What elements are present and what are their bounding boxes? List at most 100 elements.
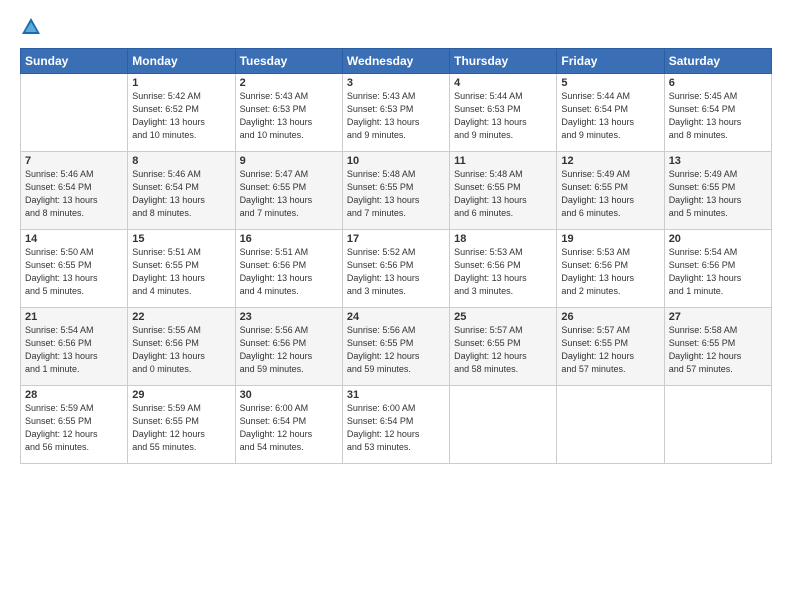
day-info: Sunrise: 5:43 AM Sunset: 6:53 PM Dayligh…: [347, 90, 445, 142]
header-cell-monday: Monday: [128, 49, 235, 74]
day-number: 10: [347, 155, 445, 167]
day-info: Sunrise: 5:46 AM Sunset: 6:54 PM Dayligh…: [25, 168, 123, 220]
day-number: 20: [669, 233, 767, 245]
calendar-cell: 9Sunrise: 5:47 AM Sunset: 6:55 PM Daylig…: [235, 152, 342, 230]
calendar-cell: 26Sunrise: 5:57 AM Sunset: 6:55 PM Dayli…: [557, 308, 664, 386]
day-info: Sunrise: 5:51 AM Sunset: 6:55 PM Dayligh…: [132, 246, 230, 298]
calendar-cell: 27Sunrise: 5:58 AM Sunset: 6:55 PM Dayli…: [664, 308, 771, 386]
calendar-cell: 7Sunrise: 5:46 AM Sunset: 6:54 PM Daylig…: [21, 152, 128, 230]
day-number: 4: [454, 77, 552, 89]
day-number: 31: [347, 389, 445, 401]
calendar-cell: 8Sunrise: 5:46 AM Sunset: 6:54 PM Daylig…: [128, 152, 235, 230]
day-number: 15: [132, 233, 230, 245]
calendar-cell: 3Sunrise: 5:43 AM Sunset: 6:53 PM Daylig…: [342, 74, 449, 152]
day-info: Sunrise: 6:00 AM Sunset: 6:54 PM Dayligh…: [347, 402, 445, 454]
calendar-cell: 20Sunrise: 5:54 AM Sunset: 6:56 PM Dayli…: [664, 230, 771, 308]
week-row-1: 1Sunrise: 5:42 AM Sunset: 6:52 PM Daylig…: [21, 74, 772, 152]
day-number: 1: [132, 77, 230, 89]
day-info: Sunrise: 5:51 AM Sunset: 6:56 PM Dayligh…: [240, 246, 338, 298]
logo: [20, 16, 46, 38]
day-info: Sunrise: 5:57 AM Sunset: 6:55 PM Dayligh…: [454, 324, 552, 376]
day-number: 14: [25, 233, 123, 245]
calendar-cell: 23Sunrise: 5:56 AM Sunset: 6:56 PM Dayli…: [235, 308, 342, 386]
calendar-cell: 14Sunrise: 5:50 AM Sunset: 6:55 PM Dayli…: [21, 230, 128, 308]
day-info: Sunrise: 5:44 AM Sunset: 6:54 PM Dayligh…: [561, 90, 659, 142]
header-cell-sunday: Sunday: [21, 49, 128, 74]
day-info: Sunrise: 5:56 AM Sunset: 6:55 PM Dayligh…: [347, 324, 445, 376]
day-number: 9: [240, 155, 338, 167]
calendar-cell: 29Sunrise: 5:59 AM Sunset: 6:55 PM Dayli…: [128, 386, 235, 464]
calendar-cell: 5Sunrise: 5:44 AM Sunset: 6:54 PM Daylig…: [557, 74, 664, 152]
day-number: 13: [669, 155, 767, 167]
header-cell-tuesday: Tuesday: [235, 49, 342, 74]
day-info: Sunrise: 5:54 AM Sunset: 6:56 PM Dayligh…: [669, 246, 767, 298]
calendar-cell: [21, 74, 128, 152]
calendar-cell: 28Sunrise: 5:59 AM Sunset: 6:55 PM Dayli…: [21, 386, 128, 464]
header: [20, 16, 772, 38]
day-number: 3: [347, 77, 445, 89]
day-number: 6: [669, 77, 767, 89]
day-number: 22: [132, 311, 230, 323]
header-cell-wednesday: Wednesday: [342, 49, 449, 74]
day-info: Sunrise: 5:56 AM Sunset: 6:56 PM Dayligh…: [240, 324, 338, 376]
day-number: 16: [240, 233, 338, 245]
day-info: Sunrise: 5:50 AM Sunset: 6:55 PM Dayligh…: [25, 246, 123, 298]
calendar-cell: 11Sunrise: 5:48 AM Sunset: 6:55 PM Dayli…: [450, 152, 557, 230]
calendar-cell: 25Sunrise: 5:57 AM Sunset: 6:55 PM Dayli…: [450, 308, 557, 386]
day-info: Sunrise: 5:59 AM Sunset: 6:55 PM Dayligh…: [132, 402, 230, 454]
logo-icon: [20, 16, 42, 38]
day-number: 19: [561, 233, 659, 245]
day-number: 29: [132, 389, 230, 401]
day-info: Sunrise: 5:42 AM Sunset: 6:52 PM Dayligh…: [132, 90, 230, 142]
day-info: Sunrise: 5:57 AM Sunset: 6:55 PM Dayligh…: [561, 324, 659, 376]
calendar-cell: 10Sunrise: 5:48 AM Sunset: 6:55 PM Dayli…: [342, 152, 449, 230]
calendar-cell: [450, 386, 557, 464]
calendar-cell: 21Sunrise: 5:54 AM Sunset: 6:56 PM Dayli…: [21, 308, 128, 386]
day-info: Sunrise: 5:53 AM Sunset: 6:56 PM Dayligh…: [561, 246, 659, 298]
calendar-cell: 22Sunrise: 5:55 AM Sunset: 6:56 PM Dayli…: [128, 308, 235, 386]
day-number: 18: [454, 233, 552, 245]
week-row-5: 28Sunrise: 5:59 AM Sunset: 6:55 PM Dayli…: [21, 386, 772, 464]
calendar-cell: 31Sunrise: 6:00 AM Sunset: 6:54 PM Dayli…: [342, 386, 449, 464]
day-info: Sunrise: 5:48 AM Sunset: 6:55 PM Dayligh…: [454, 168, 552, 220]
day-number: 11: [454, 155, 552, 167]
day-info: Sunrise: 5:55 AM Sunset: 6:56 PM Dayligh…: [132, 324, 230, 376]
day-number: 12: [561, 155, 659, 167]
day-number: 2: [240, 77, 338, 89]
day-info: Sunrise: 5:45 AM Sunset: 6:54 PM Dayligh…: [669, 90, 767, 142]
day-info: Sunrise: 5:43 AM Sunset: 6:53 PM Dayligh…: [240, 90, 338, 142]
day-number: 5: [561, 77, 659, 89]
header-row: SundayMondayTuesdayWednesdayThursdayFrid…: [21, 49, 772, 74]
header-cell-thursday: Thursday: [450, 49, 557, 74]
calendar-cell: 12Sunrise: 5:49 AM Sunset: 6:55 PM Dayli…: [557, 152, 664, 230]
calendar-page: SundayMondayTuesdayWednesdayThursdayFrid…: [0, 0, 792, 612]
day-info: Sunrise: 5:59 AM Sunset: 6:55 PM Dayligh…: [25, 402, 123, 454]
calendar-cell: 4Sunrise: 5:44 AM Sunset: 6:53 PM Daylig…: [450, 74, 557, 152]
calendar-cell: 16Sunrise: 5:51 AM Sunset: 6:56 PM Dayli…: [235, 230, 342, 308]
day-number: 25: [454, 311, 552, 323]
calendar-cell: 19Sunrise: 5:53 AM Sunset: 6:56 PM Dayli…: [557, 230, 664, 308]
day-number: 30: [240, 389, 338, 401]
header-cell-saturday: Saturday: [664, 49, 771, 74]
header-cell-friday: Friday: [557, 49, 664, 74]
day-number: 21: [25, 311, 123, 323]
calendar-cell: 15Sunrise: 5:51 AM Sunset: 6:55 PM Dayli…: [128, 230, 235, 308]
day-info: Sunrise: 5:47 AM Sunset: 6:55 PM Dayligh…: [240, 168, 338, 220]
day-info: Sunrise: 5:53 AM Sunset: 6:56 PM Dayligh…: [454, 246, 552, 298]
day-info: Sunrise: 5:49 AM Sunset: 6:55 PM Dayligh…: [669, 168, 767, 220]
calendar-cell: 2Sunrise: 5:43 AM Sunset: 6:53 PM Daylig…: [235, 74, 342, 152]
calendar-body: 1Sunrise: 5:42 AM Sunset: 6:52 PM Daylig…: [21, 74, 772, 464]
day-number: 17: [347, 233, 445, 245]
day-info: Sunrise: 5:44 AM Sunset: 6:53 PM Dayligh…: [454, 90, 552, 142]
week-row-2: 7Sunrise: 5:46 AM Sunset: 6:54 PM Daylig…: [21, 152, 772, 230]
calendar-cell: 1Sunrise: 5:42 AM Sunset: 6:52 PM Daylig…: [128, 74, 235, 152]
calendar-cell: 6Sunrise: 5:45 AM Sunset: 6:54 PM Daylig…: [664, 74, 771, 152]
week-row-3: 14Sunrise: 5:50 AM Sunset: 6:55 PM Dayli…: [21, 230, 772, 308]
day-info: Sunrise: 5:46 AM Sunset: 6:54 PM Dayligh…: [132, 168, 230, 220]
day-info: Sunrise: 5:48 AM Sunset: 6:55 PM Dayligh…: [347, 168, 445, 220]
calendar-cell: [557, 386, 664, 464]
day-number: 27: [669, 311, 767, 323]
day-number: 26: [561, 311, 659, 323]
calendar-cell: [664, 386, 771, 464]
calendar-cell: 18Sunrise: 5:53 AM Sunset: 6:56 PM Dayli…: [450, 230, 557, 308]
